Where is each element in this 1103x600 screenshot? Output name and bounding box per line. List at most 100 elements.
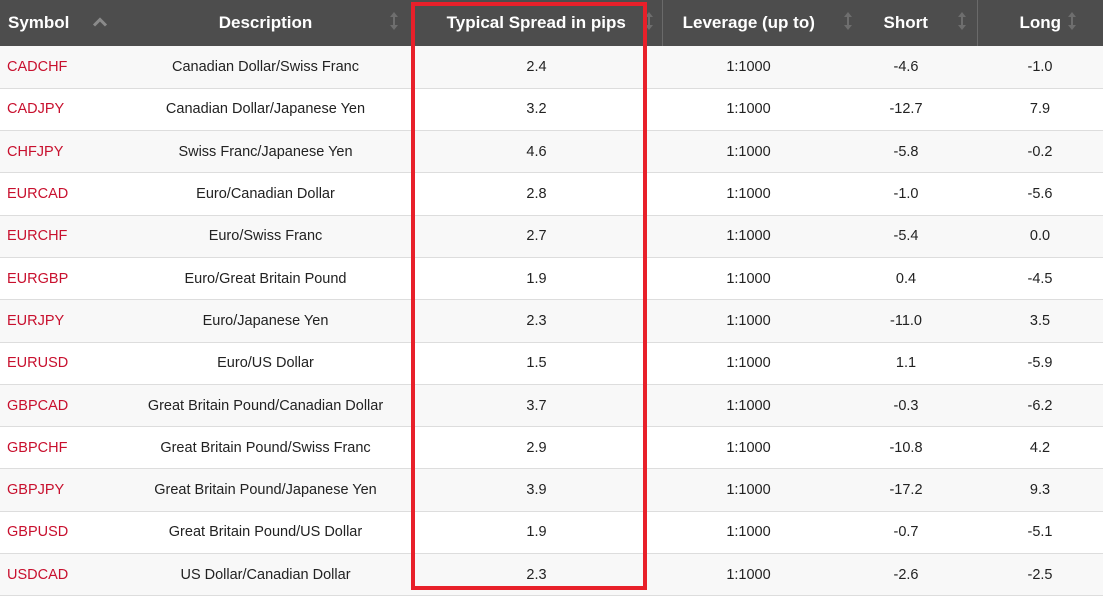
column-header-label: Leverage (up to) (682, 13, 815, 32)
cell-symbol[interactable]: USDCAD (0, 554, 120, 596)
cell-spread: 3.9 (526, 482, 547, 499)
column-header-short[interactable]: Short (835, 0, 977, 46)
column-header-spread[interactable]: Typical Spread in pips (411, 0, 662, 46)
cell-description: Euro/US Dollar (217, 355, 314, 372)
cell-description: Great Britain Pound/Swiss Franc (160, 439, 371, 456)
table-row: CADJPY Canadian Dollar/Japanese Yen 3.2 1:1… (0, 88, 1103, 131)
cell-short: -17.2 (889, 482, 923, 499)
cell-long: -1.0 (1027, 58, 1053, 75)
cell-symbol[interactable]: CADJPY (0, 88, 120, 130)
cell-long: -5.6 (1027, 186, 1053, 203)
column-header-long[interactable]: Long (976, 0, 1103, 46)
cell-symbol[interactable]: GBPJPY (0, 469, 120, 511)
table-row: CADCHF Canadian Dollar/Swiss Franc 2.4 1:10… (0, 46, 1103, 89)
cell-leverage: 1:1000 (726, 228, 771, 245)
cell-short: -0.3 (893, 397, 919, 414)
cell-leverage: 1:1000 (726, 312, 771, 329)
column-header-label: Typical Spread in pips (446, 13, 626, 32)
sort-updown-icon[interactable] (389, 11, 399, 35)
cell-leverage: 1:1000 (726, 270, 771, 287)
table-row: EURCAD Euro/Canadian Dollar 2.8 1:1000 -1.0 -… (0, 172, 1103, 216)
table-row: EURUSD Euro/US Dollar 1.5 1:1000 1.1 -5.9 (0, 342, 1103, 385)
cell-symbol[interactable]: GBPCAD (0, 384, 120, 426)
cell-long: -5.1 (1027, 524, 1053, 541)
cell-spread: 1.9 (526, 270, 547, 287)
cell-long: 3.5 (1029, 312, 1051, 329)
cell-symbol[interactable]: EURCAD (0, 173, 120, 215)
cell-spread: 3.2 (526, 101, 547, 118)
table-row: USDCAD US Dollar/Canadian Dollar 2.3 1:1000… (0, 553, 1103, 596)
table-row: EURGBP Euro/Great Britain Pound 1.9 1:1000 0… (0, 257, 1103, 300)
column-header-leverage[interactable]: Leverage (up to) (661, 0, 852, 46)
cell-symbol[interactable]: EURGBP (0, 257, 120, 299)
table-row: EURCHF Euro/Swiss Franc 2.7 1:1000 -5.4 0.0 (0, 215, 1103, 258)
cell-symbol[interactable]: EURUSD (0, 342, 120, 384)
cell-leverage: 1:1000 (726, 186, 771, 203)
cell-short: -5.4 (893, 228, 919, 245)
table-header-row: Symbol Description Typical Spread in pip… (0, 0, 1103, 46)
table-row: EURJPY Euro/Japanese Yen 2.3 1:1000 -11.0 3.5 (0, 299, 1103, 343)
cell-short: -0.7 (893, 524, 919, 541)
cell-description: Euro/Great Britain Pound (184, 270, 347, 287)
cell-symbol[interactable]: EURCHF (0, 215, 120, 257)
cell-symbol[interactable]: EURJPY (0, 300, 120, 342)
chevron-up-icon[interactable] (92, 16, 108, 31)
cell-short: -12.7 (889, 101, 923, 118)
cell-leverage: 1:1000 (726, 101, 771, 118)
cell-description: Euro/Canadian Dollar (196, 186, 335, 203)
column-header-symbol[interactable]: Symbol (0, 0, 120, 46)
cell-leverage: 1:1000 (726, 58, 771, 75)
cell-spread: 3.7 (526, 397, 547, 414)
sort-updown-icon[interactable] (957, 11, 967, 35)
cell-long: 7.9 (1029, 101, 1051, 118)
column-header-label: Description (218, 13, 313, 32)
cell-long: -0.2 (1027, 143, 1053, 160)
column-header-label: Short (883, 13, 928, 32)
table-row: GBPCAD Great Britain Pound/Canadian Dolla… (0, 384, 1103, 427)
cell-spread: 4.6 (526, 143, 547, 160)
cell-description: US Dollar/Canadian Dollar (180, 566, 351, 583)
cell-spread: 2.9 (526, 439, 547, 456)
cell-spread: 2.8 (526, 186, 547, 203)
cell-long: 4.2 (1029, 439, 1051, 456)
cell-short: -5.8 (893, 143, 919, 160)
cell-leverage: 1:1000 (726, 143, 771, 160)
cell-short: 0.4 (895, 270, 917, 287)
table-row: GBPCHF Great Britain Pound/Swiss Franc 2.9… (0, 426, 1103, 469)
cell-symbol[interactable]: CADCHF (0, 46, 120, 88)
cell-spread: 2.7 (526, 228, 547, 245)
cell-long: -6.2 (1027, 397, 1053, 414)
table-row: GBPUSD Great Britain Pound/US Dollar 1.9 1:… (0, 511, 1103, 554)
cell-spread: 1.9 (526, 524, 547, 541)
cell-short: -4.6 (893, 58, 919, 75)
cell-leverage: 1:1000 (726, 482, 771, 499)
cell-spread: 2.3 (526, 566, 547, 583)
cell-description: Euro/Japanese Yen (202, 312, 329, 329)
cell-long: -2.5 (1027, 566, 1053, 583)
cell-short: -11.0 (890, 312, 922, 329)
cell-long: 9.3 (1029, 482, 1051, 499)
cell-symbol[interactable]: CHFJPY (0, 131, 120, 173)
column-header-label: Long (1019, 13, 1062, 32)
sort-updown-icon[interactable] (644, 11, 654, 35)
cell-leverage: 1:1000 (726, 397, 771, 414)
cell-description: Great Britain Pound/US Dollar (168, 524, 363, 541)
cell-long: -5.9 (1027, 355, 1053, 372)
cell-short: 1.1 (895, 355, 917, 372)
column-header-description[interactable]: Description (120, 0, 411, 46)
cell-description: Great Britain Pound/Japanese Yen (154, 482, 377, 499)
cell-description: Canadian Dollar/Japanese Yen (165, 101, 366, 118)
table-row: CHFJPY Swiss Franc/Japanese Yen 4.6 1:1000 -… (0, 130, 1103, 173)
cell-leverage: 1:1000 (726, 524, 771, 541)
cell-description: Euro/Swiss Franc (208, 228, 323, 245)
cell-long: 0.0 (1029, 228, 1051, 245)
table-row: GBPJPY Great Britain Pound/Japanese Yen 3.… (0, 468, 1103, 512)
cell-description: Canadian Dollar/Swiss Franc (172, 58, 359, 75)
cell-short: -2.6 (893, 566, 919, 583)
sort-updown-icon[interactable] (1067, 11, 1077, 35)
cell-symbol[interactable]: GBPUSD (0, 511, 120, 553)
cell-long: -4.5 (1027, 270, 1053, 287)
cell-symbol[interactable]: GBPCHF (0, 427, 120, 469)
cell-leverage: 1:1000 (726, 566, 771, 583)
cell-spread: 2.3 (526, 312, 547, 329)
